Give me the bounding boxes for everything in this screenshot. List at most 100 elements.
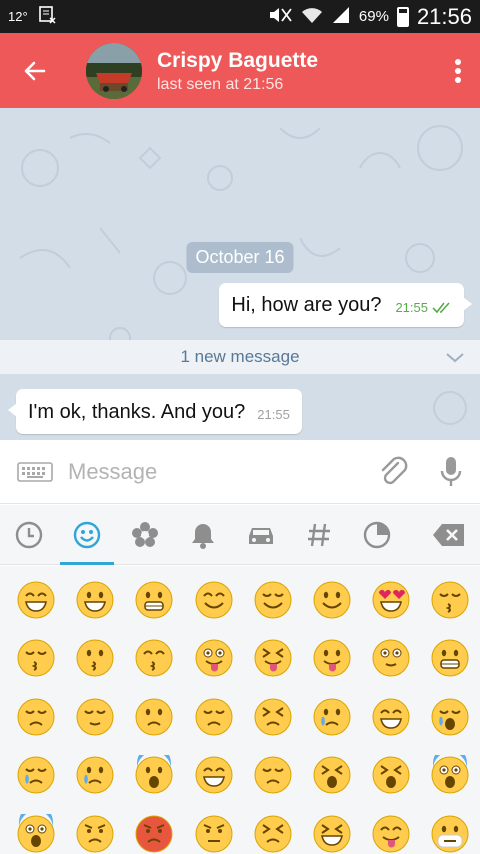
recent-icon [15, 521, 43, 548]
status-left: 12° [8, 6, 56, 27]
tab-objects[interactable] [174, 505, 232, 565]
tab-symbols[interactable] [290, 505, 348, 565]
emoji-mask-icon[interactable] [430, 814, 470, 854]
emoji-fearful-icon[interactable] [430, 746, 470, 795]
emoji-confounded-icon[interactable] [253, 814, 293, 854]
double-check-icon [432, 301, 450, 313]
emoji-joy-icon[interactable] [371, 697, 411, 737]
emoji-disappointed-icon[interactable] [194, 697, 234, 737]
keyboard-toggle-button[interactable] [8, 440, 62, 504]
screenshot-icon [38, 6, 56, 27]
emoji-grimacing-icon[interactable] [430, 638, 470, 678]
emoji-sweat-icon[interactable] [253, 755, 293, 795]
date-divider: October 16 [186, 242, 294, 273]
emoji-kissing-closed-eyes-icon[interactable] [16, 638, 56, 678]
emoji-laughing-icon[interactable] [312, 814, 352, 854]
avatar[interactable] [86, 42, 142, 99]
emoji-category-tabs [0, 505, 480, 565]
keyboard-icon [17, 461, 53, 482]
tab-stickers[interactable] [348, 505, 406, 565]
overflow-menu-button[interactable] [436, 33, 480, 108]
emoji-grinning-icon[interactable] [134, 580, 174, 620]
new-message-text: 1 new message [180, 347, 300, 366]
flower-icon [132, 521, 158, 547]
microphone-icon [440, 456, 462, 486]
emoji-kissing-icon[interactable] [75, 638, 115, 678]
emoji-grid [0, 566, 480, 854]
battery-percent: 69% [358, 8, 389, 25]
message-time: 21:55 [395, 300, 428, 315]
last-seen-status: last seen at 21:56 [157, 75, 284, 93]
backspace-icon [433, 523, 464, 546]
tab-nature[interactable] [116, 505, 174, 565]
wifi-icon [301, 6, 323, 28]
emoji-unamused-icon[interactable] [134, 697, 174, 737]
paperclip-icon [381, 456, 408, 484]
app-root: 12° 69% 21:56 Crispy Baguette last seen … [0, 0, 480, 854]
back-arrow-icon [24, 61, 46, 80]
incoming-message[interactable]: I'm ok, thanks. And you? 21:55 [8, 389, 302, 434]
bell-icon [192, 523, 214, 549]
emoji-pensive-icon[interactable] [16, 697, 56, 737]
emoji-wink-icon[interactable] [312, 580, 352, 620]
header-titles[interactable]: Crispy Baguette last seen at 21:56 [157, 48, 318, 94]
moon-icon [363, 521, 391, 548]
emoji-scream-icon[interactable] [16, 805, 56, 854]
smiley-icon [73, 521, 101, 548]
attach-button[interactable] [364, 440, 422, 504]
emoji-sob-icon[interactable] [430, 697, 470, 737]
emoji-blush-icon[interactable] [194, 580, 234, 620]
back-button[interactable] [0, 33, 70, 108]
emoji-smiley-icon[interactable] [75, 580, 115, 620]
emoji-flushed-icon[interactable] [371, 638, 411, 678]
message-meta: 21:55 [395, 300, 452, 315]
message-input[interactable] [62, 451, 364, 492]
message-text: Hi, how are you? [231, 294, 382, 316]
emoji-cry-icon[interactable] [312, 697, 352, 737]
new-message-banner: 1 new message [0, 340, 480, 374]
hash-icon [308, 523, 330, 546]
chat-area[interactable]: October 16 Hi, how are you? 21:55 1 new … [0, 108, 480, 440]
status-bar: 12° 69% 21:56 [0, 0, 480, 33]
status-right: 69% 21:56 [267, 4, 472, 30]
chat-header: Crispy Baguette last seen at 21:56 [0, 33, 480, 108]
emoji-relaxed-icon[interactable] [253, 580, 293, 620]
emoji-cold-sweat-icon[interactable] [134, 746, 174, 795]
emoji-grinning-smiling-eyes-icon[interactable] [16, 580, 56, 620]
emoji-sleepy-icon[interactable] [16, 755, 56, 795]
emoji-stuck-out-tongue-winking-eye-icon[interactable] [194, 638, 234, 678]
outgoing-message[interactable]: Hi, how are you? 21:55 [219, 283, 472, 327]
tab-travel[interactable] [232, 505, 290, 565]
mute-icon [267, 6, 293, 28]
weather-text: 12° [8, 9, 28, 24]
emoji-kissing-heart-icon[interactable] [430, 580, 470, 620]
battery-icon [396, 6, 409, 27]
chevron-down-icon[interactable] [444, 347, 466, 367]
emoji-persevere-icon[interactable] [253, 697, 293, 737]
composer [0, 440, 480, 504]
emoji-rage-icon[interactable] [134, 814, 174, 854]
contact-name: Crispy Baguette [157, 48, 319, 72]
tab-recent[interactable] [0, 505, 58, 565]
emoji-disappointed-relieved-icon[interactable] [75, 755, 115, 795]
emoji-relieved-icon[interactable] [75, 697, 115, 737]
emoji-stuck-out-tongue-closed-eyes-icon[interactable] [253, 638, 293, 678]
emoji-backspace-button[interactable] [418, 505, 480, 565]
emoji-heart-eyes-icon[interactable] [371, 580, 411, 620]
tab-smileys[interactable] [58, 505, 116, 565]
message-text: I'm ok, thanks. And you? [28, 401, 246, 423]
signal-icon [331, 6, 351, 28]
emoji-tired-face-icon[interactable] [371, 755, 411, 795]
emoji-yum-icon[interactable] [371, 814, 411, 854]
voice-record-button[interactable] [422, 440, 480, 504]
emoji-stuck-out-tongue-icon[interactable] [312, 638, 352, 678]
message-time: 21:55 [257, 407, 290, 422]
emoji-kissing-smiling-eyes-icon[interactable] [134, 638, 174, 678]
emoji-sweat-smile-icon[interactable] [194, 755, 234, 795]
overflow-menu-icon [455, 58, 461, 83]
car-icon [249, 527, 273, 544]
emoji-triumph-icon[interactable] [194, 814, 234, 854]
emoji-angry-icon[interactable] [75, 814, 115, 854]
clock: 21:56 [416, 3, 472, 29]
emoji-weary-icon[interactable] [312, 755, 352, 795]
